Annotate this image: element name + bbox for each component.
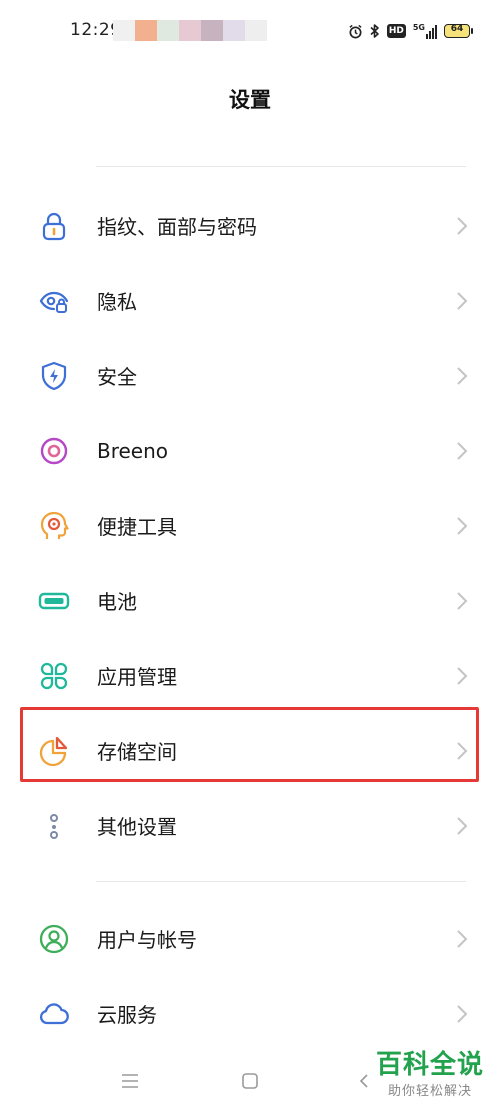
chevron-right-icon	[457, 217, 468, 235]
page-title: 设置	[229, 88, 271, 112]
bluetooth-icon	[370, 24, 379, 38]
home-nav-icon[interactable]	[240, 1071, 260, 1091]
lock-icon	[42, 212, 66, 241]
shield-icon	[41, 361, 67, 391]
chevron-right-icon	[457, 442, 468, 460]
settings-item-label: 用户与帐号	[97, 928, 197, 952]
settings-item-breeno[interactable]: Breeno	[0, 413, 500, 488]
settings-item-label: 电池	[97, 590, 137, 614]
tools-head-icon	[40, 511, 69, 539]
settings-item-label: 应用管理	[97, 665, 177, 689]
blurred-notification-icons	[113, 20, 267, 41]
more-dots-icon	[50, 814, 58, 839]
chevron-right-icon	[457, 292, 468, 310]
settings-item-app-management[interactable]: 应用管理	[0, 638, 500, 713]
section-divider	[96, 166, 466, 167]
settings-item-label: Breeno	[97, 438, 169, 463]
watermark-subtitle: 助你轻松解决	[387, 1084, 472, 1099]
settings-item-users-accounts[interactable]: 用户与帐号	[0, 901, 500, 976]
battery-status-icon: 64	[444, 24, 473, 38]
settings-item-label: 其他设置	[97, 815, 177, 839]
hd-voice-icon: HD	[386, 24, 406, 38]
settings-item-label: 指纹、面部与密码	[97, 215, 257, 239]
battery-icon	[38, 592, 70, 610]
settings-item-label: 云服务	[97, 1003, 157, 1027]
network-signal-icon: 5G	[413, 23, 437, 39]
settings-item-label: 便捷工具	[97, 515, 177, 539]
settings-item-fingerprint-face-password[interactable]: 指纹、面部与密码	[0, 188, 500, 263]
status-bar: 12:29 HD 5G 64	[0, 0, 500, 64]
user-icon	[39, 924, 69, 954]
chevron-right-icon	[457, 1005, 468, 1023]
alarm-icon	[349, 24, 362, 38]
watermark-logo: 百科全说 助你轻松解决	[376, 1050, 484, 1099]
menu-nav-icon[interactable]	[120, 1072, 140, 1090]
settings-item-convenience-tools[interactable]: 便捷工具	[0, 488, 500, 563]
chevron-right-icon	[457, 517, 468, 535]
cloud-icon	[39, 1003, 69, 1025]
back-nav-icon[interactable]	[358, 1072, 370, 1090]
highlight-box	[20, 707, 479, 782]
settings-item-privacy[interactable]: 隐私	[0, 263, 500, 338]
chevron-right-icon	[457, 930, 468, 948]
apps-grid-icon	[40, 662, 68, 690]
section-divider	[96, 881, 466, 882]
chevron-right-icon	[457, 817, 468, 835]
settings-item-cloud-service[interactable]: 云服务	[0, 976, 500, 1051]
settings-item-label: 安全	[97, 365, 137, 389]
settings-item-label: 隐私	[97, 290, 137, 314]
watermark-title: 百科全说	[375, 1050, 484, 1080]
settings-item-other-settings[interactable]: 其他设置	[0, 788, 500, 863]
chevron-right-icon	[457, 367, 468, 385]
settings-item-security[interactable]: 安全	[0, 338, 500, 413]
settings-item-battery[interactable]: 电池	[0, 563, 500, 638]
privacy-eye-icon	[39, 291, 69, 313]
breeno-icon	[40, 437, 68, 465]
status-icons: HD 5G 64	[348, 20, 473, 42]
chevron-right-icon	[457, 667, 468, 685]
chevron-right-icon	[457, 592, 468, 610]
